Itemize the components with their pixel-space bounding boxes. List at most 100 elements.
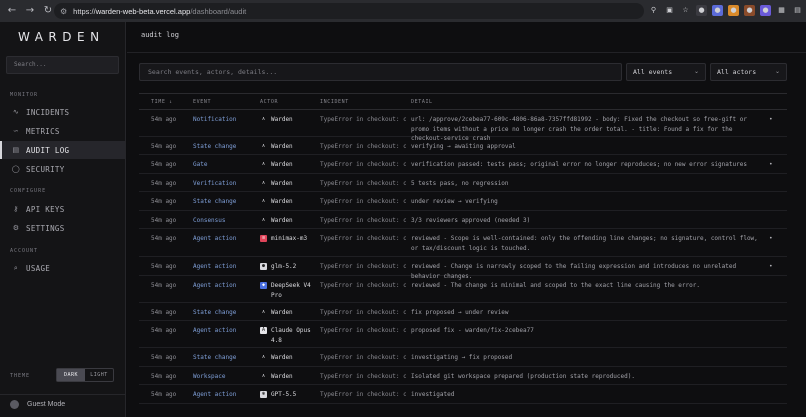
table-row[interactable]: 54m ago Verification ∧ Warden TypeError in c… xyxy=(139,174,787,192)
row-expand-dot-icon[interactable]: • xyxy=(769,262,773,272)
site-info-icon[interactable]: ⚙ xyxy=(60,7,67,16)
table-row[interactable]: 54m ago Consensus ∧ Warden TypeError in chec… xyxy=(139,211,787,229)
row-incident[interactable]: TypeError in checkout: ca... xyxy=(320,115,406,125)
event-filter-select[interactable]: All events ⌄ xyxy=(626,63,706,81)
sidebar-item-label: AUDIT LOG xyxy=(26,145,70,155)
cast-icon[interactable]: ▣ xyxy=(664,5,675,16)
row-incident[interactable]: TypeError in checkout: ca... xyxy=(320,142,406,152)
table-row[interactable]: 54m ago State change ∧ Warden TypeError in c… xyxy=(139,348,787,367)
back-icon[interactable]: ← xyxy=(6,5,18,17)
warden-icon: ∧ xyxy=(261,217,265,223)
chevron-down-icon: ⌄ xyxy=(693,68,699,75)
row-detail: 5 tests pass, no regression xyxy=(411,180,509,187)
row-event: State change xyxy=(193,198,237,205)
row-event: State change xyxy=(193,309,237,316)
table-row[interactable]: 54m ago State change ∧ Warden TypeError in c… xyxy=(139,303,787,321)
actor-filter-select[interactable]: All actors ⌄ xyxy=(710,63,787,81)
table-row[interactable]: 54m ago State change ∧ Warden TypeError in c… xyxy=(139,137,787,155)
column-header-time[interactable]: TIME ↓ xyxy=(151,99,173,105)
row-detail: proposed fix - warden/fix-2cebea77 xyxy=(411,327,534,334)
extension-icon[interactable]: ● xyxy=(728,5,739,16)
forward-icon[interactable]: → xyxy=(24,5,36,17)
shield-icon: ◯ xyxy=(11,165,21,173)
row-event: Agent action xyxy=(193,282,237,289)
address-bar[interactable]: ⚙ https://warden-web-beta.vercel.app/das… xyxy=(54,3,644,19)
table-row[interactable]: 54m ago Agent action A Claude Opus 4.8 TypeE… xyxy=(139,321,787,348)
table-row[interactable]: 54m ago Agent action ≡ minimax-m3 TypeError … xyxy=(139,229,787,257)
row-expand-dot-icon[interactable]: • xyxy=(769,160,773,170)
sidebar-item-usage[interactable]: ⌕ USAGE xyxy=(0,259,125,277)
table-row[interactable]: 54m ago Agent action ❃ GPT-5.5 TypeError in … xyxy=(139,385,787,404)
row-incident[interactable]: TypeError in checkout: ca... xyxy=(320,390,406,400)
row-expand-dot-icon[interactable]: • xyxy=(769,234,773,244)
column-header-event: EVENT xyxy=(193,99,212,105)
row-event: Agent action xyxy=(193,235,237,242)
row-detail: investigating → fix proposed xyxy=(411,354,513,361)
row-expand-dot-icon[interactable]: • xyxy=(769,115,773,125)
extension-icon[interactable]: ● xyxy=(744,5,755,16)
sidebar-item-security[interactable]: ◯ SECURITY xyxy=(0,160,125,178)
bookmark-star-icon[interactable]: ☆ xyxy=(680,5,691,16)
extension-icon[interactable]: ● xyxy=(760,5,771,16)
row-detail: 3/3 reviewers approved (needed 3) xyxy=(411,217,531,224)
extension-icon[interactable]: ● xyxy=(712,5,723,16)
row-detail: investigated xyxy=(411,391,455,398)
table-row[interactable]: 54m ago Workspace ∧ Warden TypeError in chec… xyxy=(139,367,787,385)
sidebar-item-metrics[interactable]: ∽ METRICS xyxy=(0,122,125,140)
guest-mode-account[interactable]: Guest Mode xyxy=(10,400,65,409)
extension-icons: ⚲ ▣ ☆ ● ● ● ● ● ▦ ▤ ⋮ xyxy=(648,5,806,16)
theme-dark-option[interactable]: DARK xyxy=(57,369,85,381)
row-incident[interactable]: TypeError in checkout: ca... xyxy=(320,308,406,318)
row-incident[interactable]: TypeError in checkout: ca... xyxy=(320,262,406,272)
sidebar-item-audit-log[interactable]: ▤ AUDIT LOG xyxy=(0,141,125,159)
row-incident[interactable]: TypeError in checkout: ca... xyxy=(320,179,406,189)
chart-icon: ∽ xyxy=(12,127,20,135)
row-actor-name: minimax-m3 xyxy=(271,235,308,242)
row-actor: ∧ Warden xyxy=(260,160,321,170)
row-incident[interactable]: TypeError in checkout: ca... xyxy=(320,234,406,244)
sidebar-item-incidents[interactable]: ∿ INCIDENTS xyxy=(0,103,125,121)
sidebar-icon[interactable]: ▤ xyxy=(792,5,803,16)
table-row[interactable]: 54m ago Gate ∧ Warden TypeError in checkout:… xyxy=(139,155,787,174)
puzzle-icon[interactable]: ▦ xyxy=(776,5,787,16)
url-host: warden-web-beta.vercel.app xyxy=(95,6,191,16)
theme-light-option[interactable]: LIGHT xyxy=(85,369,113,381)
url-text: https://warden-web-beta.vercel.app/dashb… xyxy=(73,6,247,16)
row-incident[interactable]: TypeError in checkout: ca... xyxy=(320,326,406,336)
row-actor: ∧ Warden xyxy=(260,372,321,382)
row-detail: verification passed: tests pass; origina… xyxy=(411,161,747,168)
extension-icon[interactable]: ● xyxy=(696,5,707,16)
row-incident[interactable]: TypeError in checkout: ca... xyxy=(320,281,406,291)
row-actor: ◆ DeepSeek V4 Pro xyxy=(260,281,321,300)
avatar xyxy=(10,400,19,409)
table-row[interactable]: 54m ago Agent action ● glm-5.2 TypeError in … xyxy=(139,257,787,280)
sidebar-item-settings[interactable]: ⚙ SETTINGS xyxy=(0,219,125,237)
row-event: Workspace xyxy=(193,373,226,380)
event-filter-value: All events xyxy=(633,68,673,76)
table-row[interactable]: 54m ago State change ∧ Warden TypeError in c… xyxy=(139,192,787,211)
row-actor: ∧ Warden xyxy=(260,197,321,207)
row-incident[interactable]: TypeError in checkout: ca... xyxy=(320,216,406,226)
sidebar-item-api-keys[interactable]: ⚷ API KEYS xyxy=(0,200,125,218)
sidebar-item-label: SETTINGS xyxy=(26,223,65,233)
zoom-icon[interactable]: ⚲ xyxy=(648,5,659,16)
row-actor-name: Warden xyxy=(271,373,293,380)
sidebar: WARDEN Search... MONITOR ∿ INCIDENTS ∽ M… xyxy=(0,22,126,417)
row-time: 54m ago xyxy=(151,327,177,334)
row-incident[interactable]: TypeError in checkout: ca... xyxy=(320,353,406,363)
row-incident[interactable]: TypeError in checkout: ca... xyxy=(320,197,406,207)
sidebar-search-input[interactable]: Search... xyxy=(6,56,119,74)
row-incident[interactable]: TypeError in checkout: ca... xyxy=(320,372,406,382)
table-row[interactable]: 54m ago Agent action ◆ DeepSeek V4 Pro TypeE… xyxy=(139,276,787,303)
app-logo[interactable]: WARDEN xyxy=(18,30,105,44)
event-search-input[interactable]: Search events, actors, details... xyxy=(139,63,622,81)
row-actor: ∧ Warden xyxy=(260,308,321,318)
reload-icon[interactable]: ↻ xyxy=(42,5,54,17)
row-actor: ∧ Warden xyxy=(260,179,321,189)
row-event: Agent action xyxy=(193,391,237,398)
row-detail: Isolated git workspace prepared (product… xyxy=(411,373,635,380)
row-incident[interactable]: TypeError in checkout: ca... xyxy=(320,160,406,170)
row-time: 54m ago xyxy=(151,116,177,123)
sidebar-item-label: USAGE xyxy=(26,263,51,273)
table-row[interactable]: 54m ago Notification ∧ Warden TypeError in c… xyxy=(139,110,787,142)
